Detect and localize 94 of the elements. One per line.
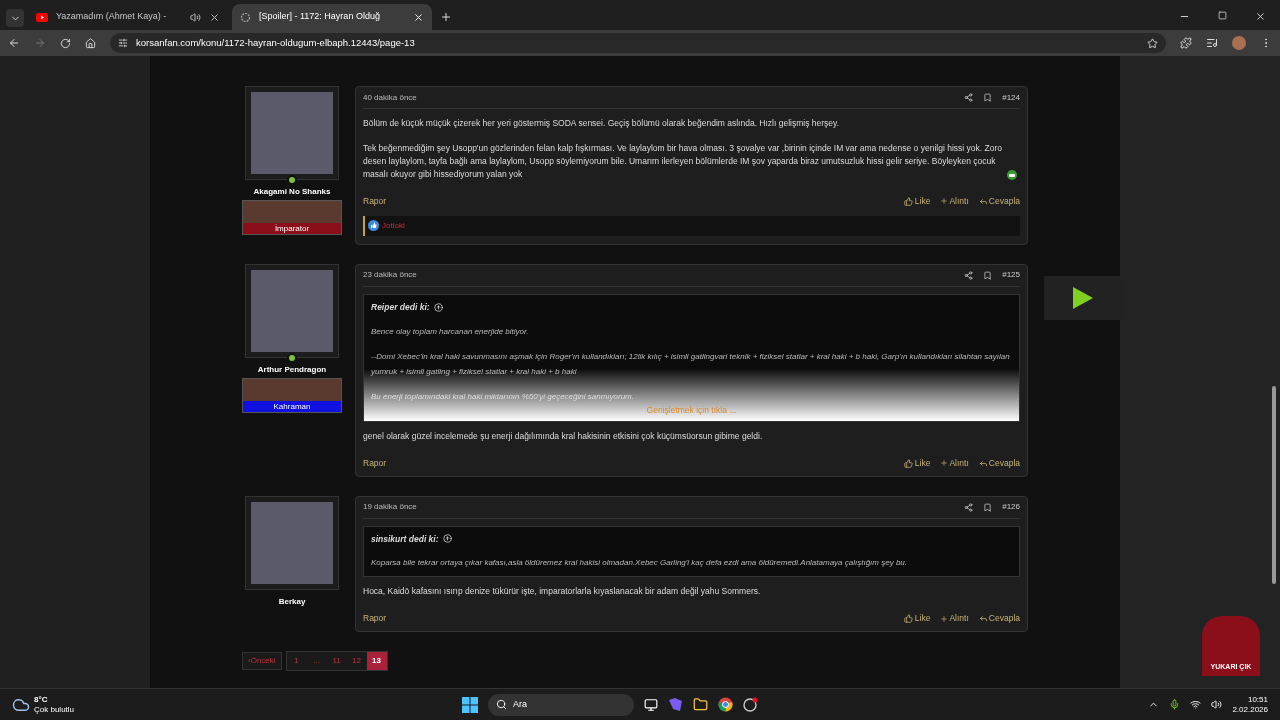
speaker-icon[interactable]	[1211, 699, 1223, 710]
thumbs-up-icon	[903, 458, 913, 468]
rank-label: Kahraman	[243, 400, 341, 412]
username[interactable]: Akagami No Shanks	[253, 186, 331, 198]
post-text: genel olarak güzel incelemede şu enerji dağılımında kral hakisinin etkisini çok küçümsüorsun gibime geldi.	[363, 429, 763, 443]
colorful-app-icon[interactable]	[668, 697, 684, 712]
clock-date[interactable]: 2.02.2026	[1232, 704, 1268, 715]
share-icon[interactable]	[964, 270, 974, 280]
weather-text[interactable]: Çok bulutlu	[34, 704, 75, 715]
scrollbar-thumb[interactable]	[1272, 386, 1276, 584]
site-icon	[240, 11, 251, 23]
quote-button[interactable]: Alıntı	[940, 612, 969, 625]
page-button[interactable]: 13	[366, 652, 387, 670]
floating-widget[interactable]	[1044, 276, 1122, 320]
temperature[interactable]: 8°C	[34, 694, 75, 705]
browser-tab[interactable]: [Spoiler] - 1172: Hayran Olduğ	[232, 4, 432, 30]
bookmark-icon[interactable]	[983, 270, 993, 280]
profile-avatar[interactable]	[1232, 36, 1246, 50]
search-field[interactable]: Ara	[488, 693, 635, 716]
share-icon[interactable]	[964, 502, 974, 512]
post-time[interactable]: 40 dakika önce	[363, 91, 417, 104]
quote-author[interactable]: sinsikurt dedi ki:	[371, 532, 439, 546]
arrow-up-icon[interactable]	[442, 534, 452, 544]
search-icon	[496, 699, 508, 710]
tab-title: [Spoiler] - 1172: Hayran Olduğ	[259, 10, 380, 24]
quote-button[interactable]: Alıntı	[940, 456, 969, 470]
post-time[interactable]: 19 dakika önce	[363, 501, 417, 513]
microphone-icon[interactable]	[1169, 699, 1181, 710]
plus-icon	[940, 197, 949, 206]
plus-icon	[940, 614, 949, 623]
thumbs-up-icon	[903, 196, 913, 206]
close-icon[interactable]	[413, 11, 424, 23]
thumbs-up-icon	[903, 614, 913, 624]
quote-text: --Domi Xebec'in kral haki savunmasını aşmak için Roger'ın kullandıkları; 12lik kılıç + isimli gatlingvari teknik + fiziksel statlar + kral haki + b haki, Garp'ın kullandıkları silahtan sayılan yumruk + isimli gatling + fiziksel statlar + kral haki + b haki	[371, 350, 1011, 378]
like-button[interactable]: Like	[903, 612, 931, 625]
post-time[interactable]: 23 dakika önce	[363, 269, 417, 282]
media-icon[interactable]	[1206, 37, 1218, 49]
browser-tab[interactable]: Yazamadım (Ahmet Kaya) -	[28, 4, 228, 30]
quote-text: Bence olay toplam harcanan enerjide bitiyor.	[371, 325, 530, 338]
tab-list-button[interactable]	[6, 9, 24, 27]
report-link[interactable]: Rapor	[363, 195, 387, 208]
bookmark-icon[interactable]	[983, 93, 993, 102]
site-settings-icon[interactable]	[118, 38, 128, 48]
close-icon[interactable]	[209, 11, 220, 23]
tab-title: Yazamadım (Ahmet Kaya) -	[56, 10, 167, 24]
rank-label: İmparator	[243, 223, 341, 234]
folder-icon[interactable]	[693, 697, 709, 712]
quote-text: Koparsa bile tekrar ortaya çıkar kafası,asla öldüremez kral hakisi olmadan.Xebec Garling'i kaç defa ezdi ama öldüremedi.Anlatamaya çalıştığım şey bu.	[371, 557, 908, 570]
url-text: korsanfan.com/konu/1172-hayran-oldugum-elbaph.12443/page-13	[136, 35, 415, 50]
report-link[interactable]: Rapor	[363, 612, 387, 625]
post-text: Hoca, Kaidō kafasını ısırıp denize tükürür işte, imparatorlarla kıyaslanacak bir adam değil yahu Sommers.	[363, 585, 761, 599]
speaker-icon[interactable]	[190, 11, 201, 23]
post-number[interactable]: #126	[1002, 501, 1020, 513]
reaction-user-link[interactable]: Jotloki	[382, 219, 405, 232]
quote-author[interactable]: Reiper dedi ki:	[371, 300, 430, 314]
browser-icon[interactable]	[718, 697, 734, 712]
reply-icon	[978, 614, 988, 624]
reload-icon[interactable]	[60, 37, 71, 49]
post-text: Bölüm de küçük müçük çizerek her yeri göstermiş SODA sensei. Geçiş bölümü olarak beğendim aslında. Hızlı gelişmiş herşey.	[363, 117, 840, 130]
play-logo-icon	[36, 12, 48, 22]
reply-icon	[978, 196, 988, 206]
quote-text: Bu enerji toplamındaki kral haki miktarının %50'yi geçeceğini sanmıyorum.	[371, 390, 635, 403]
reply-button[interactable]: Cevapla	[978, 195, 1020, 208]
reply-button[interactable]: Cevapla	[978, 612, 1020, 625]
quote-button[interactable]: Alıntı	[940, 195, 969, 208]
username[interactable]: Arthur Pendragon	[257, 363, 327, 376]
post-number[interactable]: #124	[1002, 91, 1020, 104]
like-button[interactable]: Like	[903, 456, 931, 470]
task-view-icon[interactable]	[644, 697, 659, 712]
address-bar[interactable]: korsanfan.com/konu/1172-hayran-oldugum-elbaph.12443/page-13	[110, 33, 1166, 53]
plus-icon	[940, 459, 949, 468]
report-link[interactable]: Rapor	[363, 456, 387, 470]
search-placeholder: Ara	[513, 697, 528, 711]
home-icon[interactable]	[85, 37, 96, 49]
extensions-icon[interactable]	[1180, 37, 1192, 49]
reply-icon	[978, 458, 988, 468]
play-logo-icon	[1071, 286, 1095, 310]
back-icon[interactable]	[8, 37, 20, 49]
like-button[interactable]: Like	[903, 195, 931, 208]
bookmark-icon[interactable]	[983, 502, 993, 512]
start-icon[interactable]	[462, 696, 479, 713]
thumbs-up-badge-icon	[368, 220, 379, 232]
wifi-icon[interactable]	[1190, 699, 1202, 710]
star-icon[interactable]	[1147, 37, 1158, 49]
clock-time[interactable]: 10:51	[1247, 694, 1268, 705]
share-icon[interactable]	[964, 93, 974, 102]
arrow-up-icon[interactable]	[433, 302, 443, 312]
maximize-icon[interactable]	[1218, 11, 1227, 20]
post-number[interactable]: #125	[1002, 269, 1020, 282]
new-tab-icon[interactable]	[440, 11, 452, 23]
post-text: Tek beğenmediğim şey Usopp'un gözlerinden felan kalp fışkırması. Ve laylaylom bir hava olması. 3 şovalye var ,birinin içinde IM var ama nedense o yenilgi hissi yok. Zoro desen laylaylom, tayfa bağlı ama laylaylom, Usopp söylemiyorum bile. Umarım ilerleyen bölümlerde IM şov yaparda biraz umutsuzluk hissi gelir seriye. Böyleyken çocuk masalı okuyor gibi hissediyorum yalan yok	[363, 142, 1003, 181]
close-icon[interactable]	[1255, 11, 1266, 22]
reply-button[interactable]: Cevapla	[978, 456, 1020, 470]
username[interactable]: Berkay	[278, 595, 306, 608]
